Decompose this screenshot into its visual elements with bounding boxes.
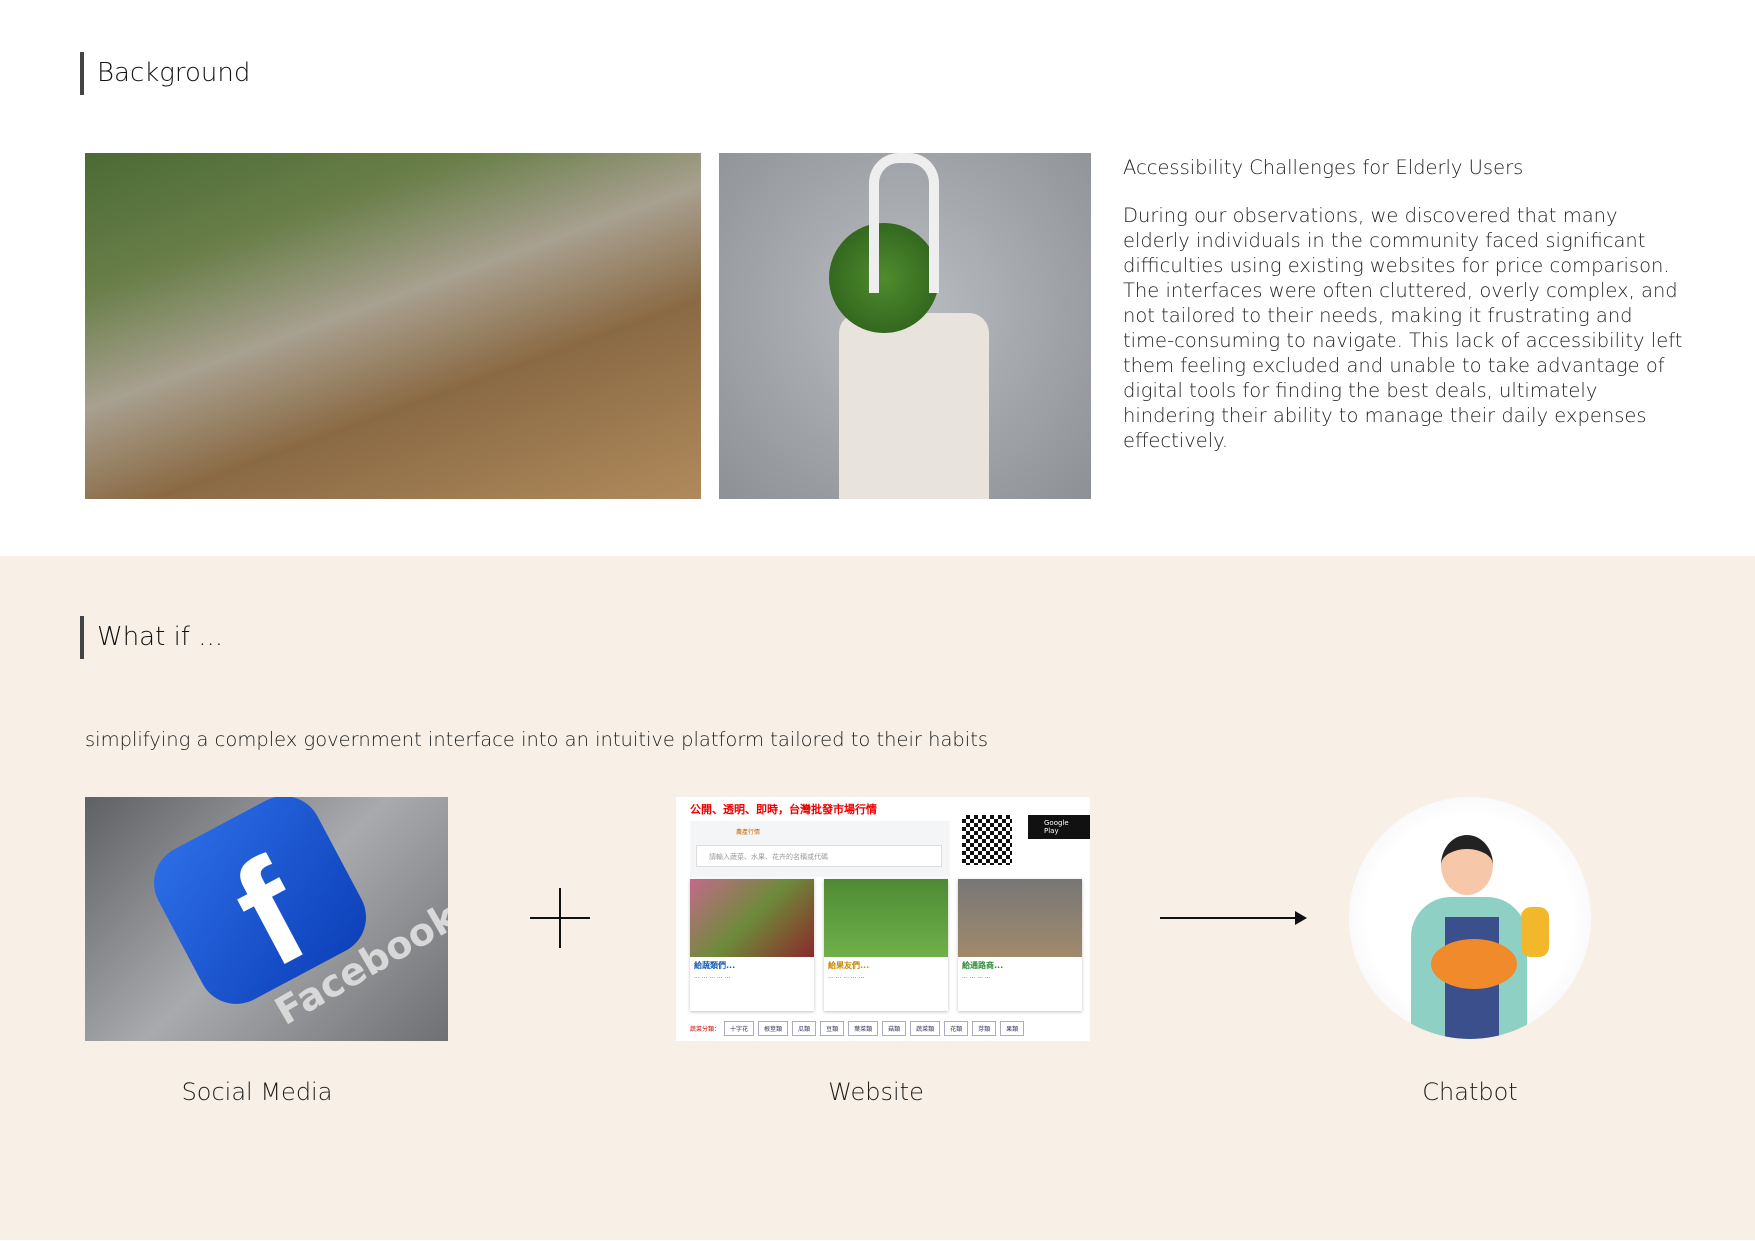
intro-body: During our observations, we discovered t… (1123, 204, 1683, 452)
what-if-heading: What if ... (97, 622, 224, 652)
chatbot-label: Chatbot (1422, 1078, 1518, 1106)
website-label: Website (828, 1078, 924, 1106)
tab-market: 農產行情 (736, 829, 761, 836)
website-title: 公開、透明、即時，台灣批發市場行情 (690, 803, 877, 816)
card-title: 給果友們... (828, 961, 870, 970)
chatbot-farmer-illustration (1349, 797, 1591, 1039)
grocery-bag-photo (719, 153, 1091, 499)
heading-bar (80, 616, 84, 659)
social-media-label: Social Media (181, 1078, 333, 1106)
website-screenshot: 公開、透明、即時，台灣批發市場行情 農產行情 請輸入蔬菜、水果、花卉的名稱或代碼… (676, 797, 1090, 1041)
facebook-app-photo: f Facebook (85, 797, 448, 1041)
intro-title: Accessibility Challenges for Elderly Use… (1123, 156, 1524, 179)
google-play-badge: Google Play (1028, 815, 1090, 839)
background-heading: Background (97, 58, 251, 88)
elderly-playing-chess-photo (85, 153, 701, 499)
search-input: 請輸入蔬菜、水果、花卉的名稱或代碼 (696, 845, 942, 867)
what-if-subtitle: simplifying a complex government interfa… (85, 728, 989, 751)
heading-bar (80, 52, 84, 95)
card-title: 給蔬類們... (694, 961, 736, 970)
card-title: 給通路商... (962, 961, 1004, 970)
intro-text: Accessibility Challenges for Elderly Use… (1123, 155, 1683, 453)
arrow-right-icon (1160, 917, 1298, 919)
category-row: 蔬菜分類： 十字花 根莖類 瓜類 豆類 葉菜類 菇類 蔬菜類 花類 芽類 果類 (690, 1021, 1028, 1036)
qr-code-icon (962, 815, 1012, 865)
